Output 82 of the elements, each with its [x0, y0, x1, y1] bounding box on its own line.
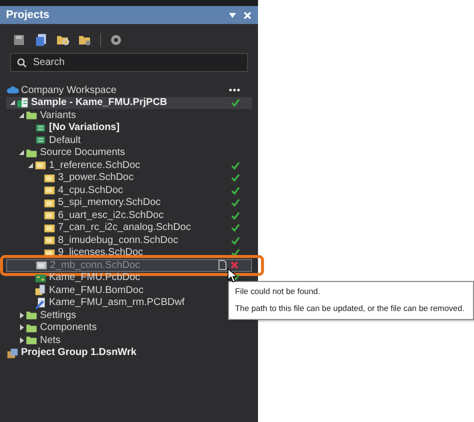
expand-arrow-icon[interactable]	[18, 336, 25, 344]
tree-item-label: Settings	[40, 310, 76, 321]
panel-title: Projects	[6, 9, 50, 21]
sheet-icon	[35, 259, 48, 272]
folder-settings-icon[interactable]	[78, 33, 92, 47]
tree-row[interactable]: Project Group 1.DsnWrk	[6, 346, 148, 359]
tree-row[interactable]: Variants	[6, 109, 88, 122]
variant-icon	[34, 122, 47, 134]
tree-row[interactable]: Kame_FMU_asm_rm.PCBDwf	[6, 296, 197, 309]
collapse-arrow-icon[interactable]	[18, 112, 25, 119]
tree-row[interactable]: 7_can_rc_i2c_analog.SchDoc	[6, 222, 252, 234]
project-icon	[16, 96, 29, 109]
tree-item-label: 2_mb_conn.SchDoc	[50, 260, 142, 271]
collapse-arrow-icon[interactable]	[9, 99, 16, 106]
tree-item-label: 5_spi_memory.SchDoc	[58, 197, 162, 208]
tree-item-label: Nets	[40, 334, 61, 346]
expand-arrow-icon[interactable]	[18, 324, 25, 332]
tree-item-label: 7_can_rc_i2c_analog.SchDoc	[58, 222, 192, 234]
sheet-icon	[43, 184, 56, 196]
save-icon[interactable]	[12, 33, 26, 47]
expand-arrow-icon[interactable]	[18, 312, 25, 319]
dropdown-icon[interactable]	[228, 10, 237, 20]
tree-item-label: Source Documents	[40, 147, 126, 158]
cloud-icon	[6, 84, 19, 96]
folder-icon	[25, 146, 38, 159]
tree-row[interactable]: 6_uart_esc_i2c.SchDoc	[6, 209, 252, 222]
search-icon	[17, 58, 27, 68]
sheet-icon	[43, 196, 56, 209]
tree-item-label: 6_uart_esc_i2c.SchDoc	[58, 210, 165, 221]
folder-icon	[25, 322, 38, 334]
tree-item-label: 3_power.SchDoc	[58, 172, 135, 184]
collapse-arrow-icon[interactable]	[27, 162, 34, 169]
settings-icon[interactable]	[109, 33, 123, 47]
tree-item-label: Kame_FMU_asm_rm.PCBDwf	[49, 297, 185, 308]
remove-icon[interactable]	[230, 260, 239, 270]
tree-item-label: 4_cpu.SchDoc	[58, 184, 124, 196]
tree-row[interactable]: 3_power.SchDoc	[6, 172, 252, 184]
folder-search-icon[interactable]	[56, 33, 70, 47]
documents-icon[interactable]	[34, 33, 48, 47]
tree-item-label: [No Variations]	[49, 122, 120, 134]
search-field[interactable]: Search	[10, 53, 248, 72]
tree-item-label: Project Group 1.DsnWrk	[21, 347, 136, 358]
sheet-icon	[34, 159, 47, 172]
tree-item-label: Sample - Kame_FMU.PrjPCB	[31, 97, 168, 108]
close-icon[interactable]	[243, 10, 252, 20]
sheet-icon	[43, 222, 56, 234]
group-icon	[6, 346, 19, 359]
tree-item-label: 1_reference.SchDoc	[49, 160, 142, 171]
tooltip-text: File could not be found.	[235, 287, 322, 296]
tree-item-label: 9_licenses.SchDoc	[58, 247, 144, 258]
tree-row[interactable]: Components	[6, 322, 109, 334]
tree-row[interactable]: Default	[6, 134, 93, 146]
tree-row[interactable]: 8_imudebug_conn.SchDoc	[6, 234, 252, 246]
sheet-icon	[43, 234, 56, 246]
tree-row[interactable]: [No Variations]	[6, 122, 132, 134]
drawing-icon	[34, 296, 47, 309]
folder-icon	[25, 334, 38, 346]
tree-item-label: Components	[40, 322, 97, 334]
sheet-icon	[43, 172, 56, 184]
tree-item-label: Kame_FMU.BomDoc	[49, 284, 144, 296]
more-icon[interactable]	[229, 88, 240, 92]
tree-item-label: 8_imudebug_conn.SchDoc	[58, 234, 180, 246]
tree-row[interactable]: 9_licenses.SchDoc	[6, 246, 252, 259]
tree-row[interactable]: 4_cpu.SchDoc	[6, 184, 252, 196]
collapse-arrow-icon[interactable]	[18, 149, 25, 156]
tree-row[interactable]: Nets	[6, 334, 73, 346]
tree-item-label: Variants	[40, 110, 76, 121]
tree-row[interactable]: Source Documents	[6, 146, 138, 159]
tree-row[interactable]: Company Workspace	[6, 84, 252, 96]
tree-item-label: Company Workspace	[21, 84, 118, 96]
variant-icon	[34, 134, 47, 146]
tree-row[interactable]: 5_spi_memory.SchDoc	[6, 196, 252, 209]
tooltip-text: The path to this file can be updated, or the file can be removed.	[235, 304, 466, 313]
folder-icon	[25, 309, 38, 322]
tree-row[interactable]: 1_reference.SchDoc	[6, 159, 252, 172]
document-icon[interactable]	[218, 260, 227, 270]
sheet-icon	[43, 209, 56, 222]
tree-row[interactable]: Kame_FMU.BomDoc	[6, 284, 156, 296]
bom-icon	[34, 284, 47, 296]
tree-row[interactable]: Settings	[6, 309, 88, 322]
tree-row[interactable]: Sample - Kame_FMU.PrjPCB	[6, 96, 252, 109]
tree-item-label: Default	[49, 134, 81, 146]
